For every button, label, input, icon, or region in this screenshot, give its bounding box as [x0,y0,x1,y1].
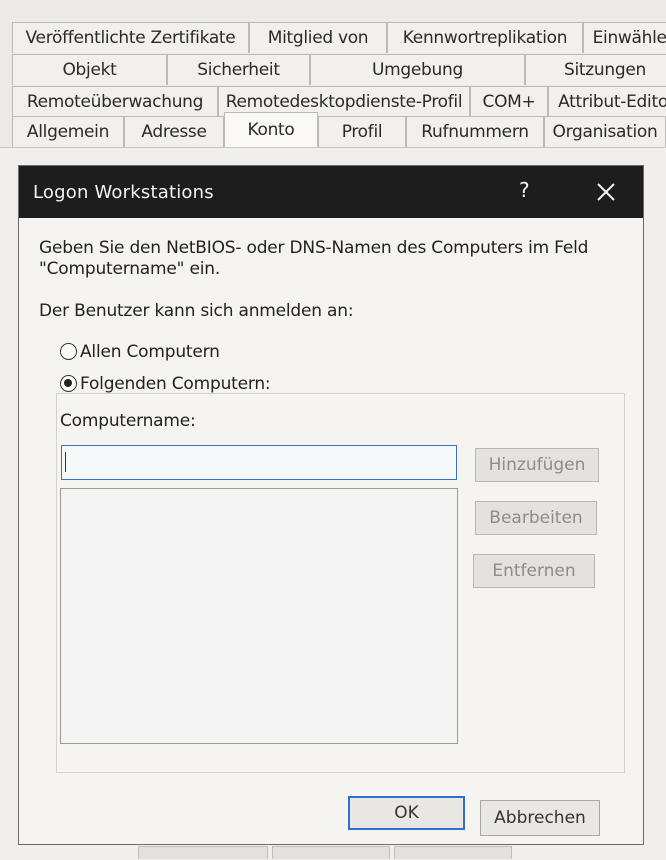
text-caret [65,452,66,472]
underlying-apply-button [394,846,512,859]
tab-remote-control[interactable]: Remoteüberwachung [12,86,218,117]
underlying-cancel-button [272,846,390,859]
logon-label: Der Benutzer kann sich anmelden an: [39,301,354,321]
tab-row-2: Objekt Sicherheit Umgebung Sitzungen [0,54,666,85]
tab-profile[interactable]: Profil [318,116,406,147]
dialog-title: Logon Workstations [33,181,214,203]
edit-button[interactable]: Bearbeiten [475,501,597,535]
tab-organization[interactable]: Organisation [544,116,666,147]
tab-object[interactable]: Objekt [12,54,167,85]
computer-listbox[interactable] [60,488,458,744]
tab-attribute-editor[interactable]: Attribut-Edito [548,86,666,117]
tab-password-replication[interactable]: Kennwortreplikation [387,22,583,53]
tab-row-1: Veröffentlichte Zertifikate Mitglied von… [0,22,666,53]
tab-account[interactable]: Konto [224,112,318,147]
radio-all-computers-label[interactable]: Allen Computern [80,342,220,362]
dialog-titlebar: Logon Workstations ? [19,166,643,218]
radio-following-computers-label[interactable]: Folgenden Computern: [80,374,271,394]
instruction-text-line1: Geben Sie den NetBIOS- oder DNS-Namen de… [39,238,589,258]
instruction-text-line2: "Computername" ein. [39,259,221,279]
add-button[interactable]: Hinzufügen [475,448,599,482]
tab-phone-numbers[interactable]: Rufnummern [406,116,544,147]
tab-row-3: Remoteüberwachung Remotedesktopdienste-P… [0,86,666,117]
tab-member-of[interactable]: Mitglied von [249,22,387,53]
logon-workstations-dialog: Logon Workstations ? Geben Sie den NetBI… [18,165,644,845]
tab-com-plus[interactable]: COM+ [470,86,548,117]
ok-button[interactable]: OK [348,796,465,830]
tab-published-certificates[interactable]: Veröffentlichte Zertifikate [12,22,249,53]
tab-general[interactable]: Allgemein [12,116,124,147]
computername-label: Computername: [60,411,196,431]
tab-sessions[interactable]: Sitzungen [525,54,666,85]
radio-all-computers[interactable] [60,343,77,360]
tab-security[interactable]: Sicherheit [167,54,310,85]
tab-dial-in[interactable]: Einwähler [583,22,666,53]
remove-button[interactable]: Entfernen [473,554,595,588]
tab-address[interactable]: Adresse [124,116,224,147]
radio-following-computers[interactable] [60,375,77,392]
tab-row-4: Allgemein Adresse Konto Profil Rufnummer… [0,112,666,147]
help-button[interactable]: ? [519,178,530,202]
close-icon[interactable] [591,174,621,208]
tab-environment[interactable]: Umgebung [310,54,525,85]
cancel-button[interactable]: Abbrechen [480,800,600,836]
computername-input[interactable] [61,445,457,480]
underlying-ok-button [138,846,268,859]
